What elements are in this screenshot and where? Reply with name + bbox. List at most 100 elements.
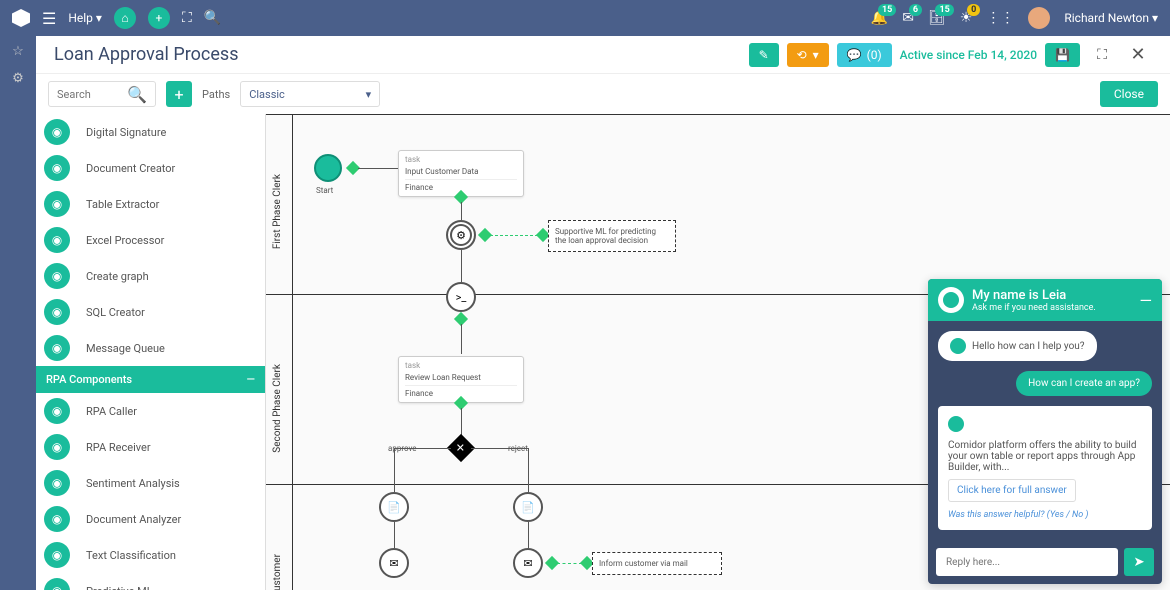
search-input[interactable] <box>57 88 127 101</box>
lane-3-label: ustomer <box>272 554 283 590</box>
component-icon: ◉ <box>44 227 70 253</box>
paths-label: Paths <box>202 88 230 101</box>
component-item[interactable]: ◉ Create graph <box>36 258 265 294</box>
ml-activity[interactable]: ⚙ <box>446 220 476 250</box>
component-icon: ◉ <box>44 470 70 496</box>
reject-mail-activity[interactable]: ✉ <box>513 548 543 578</box>
component-label: Digital Signature <box>86 126 166 139</box>
avatar[interactable] <box>1028 7 1050 29</box>
user-menu[interactable]: Richard Newton ▾ <box>1064 11 1158 25</box>
chat-input[interactable] <box>936 548 1118 576</box>
share-button[interactable]: ⟲ ▾ <box>787 43 829 67</box>
app-logo[interactable] <box>12 9 30 27</box>
add-button[interactable]: + <box>148 7 170 29</box>
component-item[interactable]: ◉RPA Caller <box>36 393 265 429</box>
save-button[interactable]: 💾 <box>1045 43 1080 67</box>
component-sidebar: ◉Digital Signature◉Document Creator◉Tabl… <box>36 114 266 590</box>
help-menu[interactable]: Help ▾ <box>68 11 102 25</box>
search-icon[interactable]: 🔍 <box>204 10 221 26</box>
bell-icon[interactable]: 🔔15 <box>871 10 888 26</box>
chat-send-button[interactable]: ➤ <box>1124 548 1154 576</box>
component-label: Document Creator <box>86 162 175 175</box>
chat-no-link[interactable]: No <box>1072 510 1083 520</box>
theme-icon[interactable]: ☀0 <box>960 10 973 26</box>
drawer-icon[interactable]: 🗄15 <box>928 10 946 26</box>
close-button[interactable]: Close <box>1100 81 1158 107</box>
component-label: Text Classification <box>86 549 176 562</box>
approve-mail-activity[interactable]: ✉ <box>379 548 409 578</box>
add-path-button[interactable]: + <box>166 81 192 107</box>
component-icon: ◉ <box>44 299 70 325</box>
component-item[interactable]: ◉ Message Queue <box>36 330 265 366</box>
chat-bot-message: Hello how can I help you? <box>938 331 1097 361</box>
component-label: Predictive ML <box>86 585 153 590</box>
component-label: Create graph <box>86 270 149 283</box>
bell-badge: 15 <box>878 4 896 16</box>
chat-yes-link[interactable]: Yes <box>1050 510 1064 520</box>
star-icon[interactable]: ☆ <box>12 44 24 59</box>
lane-2-label: Second Phase Clerk <box>272 364 283 453</box>
component-item[interactable]: ◉ SQL Creator <box>36 294 265 330</box>
status-text: Active since Feb 14, 2020 <box>900 48 1037 62</box>
component-item[interactable]: ◉Predictive ML <box>36 573 265 590</box>
component-label: SQL Creator <box>86 306 145 319</box>
chat-avatar <box>938 287 964 313</box>
chat-minimize-icon[interactable]: — <box>1140 291 1153 310</box>
component-icon: ◉ <box>44 335 70 361</box>
component-label: Message Queue <box>86 342 165 355</box>
component-label: Sentiment Analysis <box>86 477 180 490</box>
rpa-components-header[interactable]: RPA Components— <box>36 366 265 393</box>
component-label: Excel Processor <box>86 234 164 247</box>
expand-icon[interactable]: ⛶ <box>1088 41 1116 69</box>
component-item[interactable]: ◉ Table Extractor <box>36 186 265 222</box>
lane-1-label: First Phase Clerk <box>272 174 283 249</box>
inform-annotation: Inform customer via mail <box>592 552 722 575</box>
theme-badge: 0 <box>967 4 980 16</box>
search-go-icon[interactable]: 🔍 <box>127 85 147 104</box>
component-item[interactable]: ◉RPA Receiver <box>36 429 265 465</box>
start-label: Start <box>316 186 333 195</box>
fullscreen-icon[interactable]: ⛶ <box>182 10 192 26</box>
component-item[interactable]: ◉Document Creator <box>36 150 265 186</box>
component-item[interactable]: ◉ Digital Signature <box>36 114 265 150</box>
apps-icon[interactable]: ⋮⋮ <box>986 10 1014 26</box>
component-label: RPA Caller <box>86 405 137 418</box>
drawer-badge: 15 <box>935 4 953 16</box>
top-bar: ☰ Help ▾ ⌂ + ⛶ 🔍 🔔15 ✉6 🗄15 ☀0 ⋮⋮ Richar… <box>0 0 1170 36</box>
component-item[interactable]: ◉ Sentiment Analysis <box>36 465 265 501</box>
component-item[interactable]: ◉ Text Classification <box>36 537 265 573</box>
component-item[interactable]: ◉ Document Analyzer <box>36 501 265 537</box>
search-box[interactable]: 🔍 <box>48 81 156 107</box>
paths-select[interactable]: Classic▾ <box>240 81 380 107</box>
component-icon: ◉ <box>44 542 70 568</box>
menu-icon[interactable]: ☰ <box>42 9 56 28</box>
script-activity[interactable]: >_ <box>446 282 476 312</box>
chat-full-answer-link[interactable]: Click here for full answer <box>948 479 1076 502</box>
approve-doc-activity[interactable]: 📄 <box>379 492 409 522</box>
ml-annotation: Supportive ML for predicting the loan ap… <box>548 220 676 252</box>
chat-answer-card: Comidor platform offers the ability to b… <box>938 406 1152 530</box>
reject-doc-activity[interactable]: 📄 <box>513 492 543 522</box>
comments-button[interactable]: 💬 (0) <box>837 43 892 67</box>
toolbar: 🔍 + Paths Classic▾ Close <box>36 74 1170 114</box>
component-icon: ◉ <box>44 263 70 289</box>
component-icon: ◉ <box>44 191 70 217</box>
chat-header[interactable]: My name is Leia Ask me if you need assis… <box>928 279 1162 321</box>
chat-title: My name is Leia <box>972 288 1096 303</box>
chat-widget: My name is Leia Ask me if you need assis… <box>928 279 1162 584</box>
close-icon[interactable]: ✕ <box>1124 41 1152 69</box>
start-node[interactable] <box>314 154 342 182</box>
component-label: Document Analyzer <box>86 513 181 526</box>
component-label: Table Extractor <box>86 198 159 211</box>
component-icon: ◉ <box>44 506 70 532</box>
page-header: Loan Approval Process ✎ ⟲ ▾ 💬 (0) Active… <box>36 36 1170 74</box>
home-button[interactable]: ⌂ <box>114 7 136 29</box>
component-icon: ◉ <box>44 119 70 145</box>
component-item[interactable]: ◉ Excel Processor <box>36 222 265 258</box>
gear-icon[interactable]: ⚙ <box>12 71 24 86</box>
page-title: Loan Approval Process <box>54 44 238 65</box>
mail-badge: 6 <box>909 4 922 16</box>
edit-button[interactable]: ✎ <box>749 43 779 67</box>
chat-user-message: How can I create an app? <box>1016 371 1152 396</box>
mail-icon[interactable]: ✉6 <box>902 10 914 26</box>
